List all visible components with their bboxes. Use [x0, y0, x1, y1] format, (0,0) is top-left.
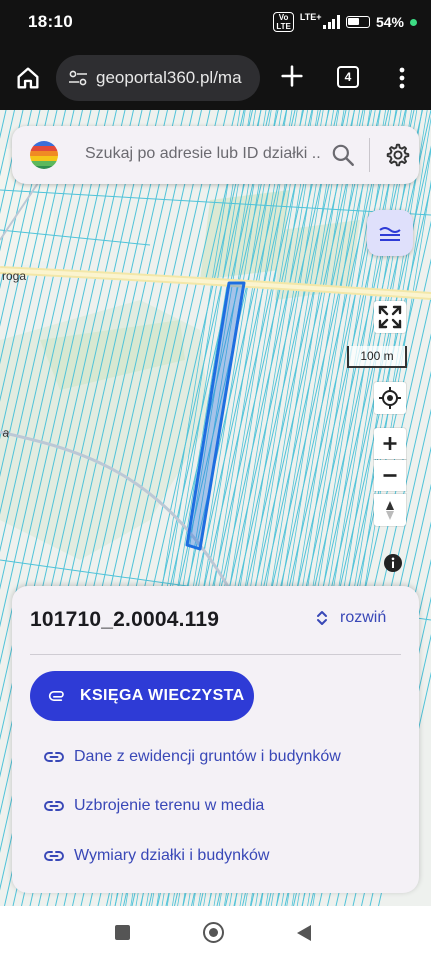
- layers-icon: [379, 227, 401, 241]
- plus-icon: [383, 437, 397, 450]
- privacy-dot-icon: [410, 18, 417, 26]
- compass-icon: [386, 501, 394, 520]
- gear-icon[interactable]: [385, 142, 411, 168]
- scale-bar: 100 m: [347, 346, 407, 368]
- locate-button[interactable]: [374, 382, 406, 414]
- card-divider: [30, 654, 401, 655]
- home-nav-icon[interactable]: [203, 922, 224, 943]
- link-dimensions-label: Wymiary działki i budynków: [74, 847, 270, 864]
- status-time: 18:10: [28, 12, 73, 31]
- recents-icon[interactable]: [115, 925, 130, 940]
- back-icon[interactable]: [297, 925, 311, 941]
- search-input[interactable]: Szukaj po adresie lub ID działki ...: [85, 145, 321, 163]
- search-bar[interactable]: Szukaj po adresie lub ID działki ...: [12, 126, 419, 184]
- reset-north-button[interactable]: [374, 494, 406, 526]
- search-divider: [369, 138, 370, 172]
- status-bar: 18:10 Vo LTE LTE+ 54%: [0, 0, 431, 46]
- zoom-in-button[interactable]: [374, 428, 406, 459]
- network-type: LTE+: [299, 12, 322, 22]
- battery-percent: 54%: [375, 14, 404, 30]
- link-utilities-label: Uzbrojenie terenu w media: [74, 797, 265, 814]
- parcel-details-card: 101710_2.0004.119 rozwiń KSIĘGA WIECZYST…: [12, 586, 419, 893]
- site-settings-icon[interactable]: [68, 70, 88, 86]
- info-icon[interactable]: [383, 553, 403, 573]
- fullscreen-icon: [378, 305, 402, 329]
- home-icon[interactable]: [14, 64, 42, 92]
- browser-toolbar: geoportal360.pl/ma 4: [0, 46, 431, 110]
- parcel-id-title: 101710_2.0004.119: [30, 608, 220, 631]
- link-land-records-label: Dane z ewidencji gruntów i budynków: [74, 748, 341, 765]
- link-utilities[interactable]: Uzbrojenie terenu w media: [44, 797, 264, 815]
- link-land-records[interactable]: Dane z ewidencji gruntów i budynków: [44, 748, 341, 766]
- zoom-out-button[interactable]: [374, 460, 406, 491]
- link-dimensions[interactable]: Wymiary działki i budynków: [44, 847, 269, 865]
- status-icons: Vo LTE LTE+ 54%: [273, 12, 417, 32]
- url-bar[interactable]: geoportal360.pl/ma: [56, 55, 260, 101]
- more-menu-icon[interactable]: [392, 64, 412, 92]
- layers-button[interactable]: [367, 210, 413, 256]
- minus-icon: [383, 474, 397, 477]
- attachment-icon: [48, 691, 64, 702]
- land-register-button[interactable]: KSIĘGA WIECZYSTA: [30, 671, 254, 721]
- system-nav-bar: [0, 906, 431, 960]
- app-logo-icon: [30, 141, 58, 169]
- battery-icon: [345, 16, 370, 28]
- unfold-icon: [317, 611, 327, 625]
- land-register-label: KSIĘGA WIECZYSTA: [80, 687, 245, 704]
- link-icon: [44, 851, 64, 861]
- expand-button[interactable]: rozwiń: [316, 609, 386, 627]
- url-text: geoportal360.pl/ma: [96, 68, 242, 87]
- search-icon[interactable]: [330, 142, 356, 168]
- my-location-icon: [379, 387, 401, 409]
- volte-icon: Vo LTE: [273, 12, 294, 32]
- link-icon: [44, 801, 64, 811]
- expand-label: rozwiń: [340, 609, 387, 626]
- road-label-top: roga: [2, 269, 26, 283]
- link-icon: [44, 752, 64, 762]
- tab-switcher-button[interactable]: 4: [337, 66, 359, 88]
- new-tab-icon[interactable]: [278, 62, 306, 90]
- fullscreen-button[interactable]: [374, 301, 406, 333]
- signal-icon: [323, 15, 340, 29]
